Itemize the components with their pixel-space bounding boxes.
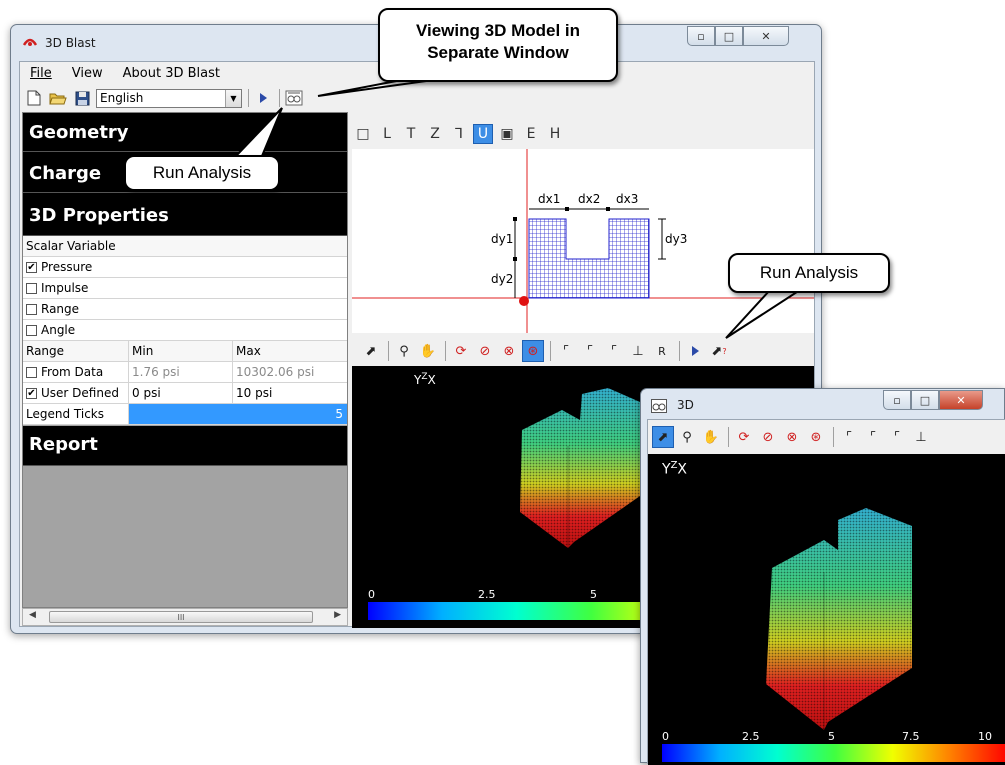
callout-run-analysis-right: Run Analysis [728, 253, 890, 293]
callout-run-analysis-left: Run Analysis [124, 155, 280, 191]
callout-separate-window: Viewing 3D Model in Separate Window [378, 8, 618, 82]
callout-pointers [233, 77, 804, 339]
